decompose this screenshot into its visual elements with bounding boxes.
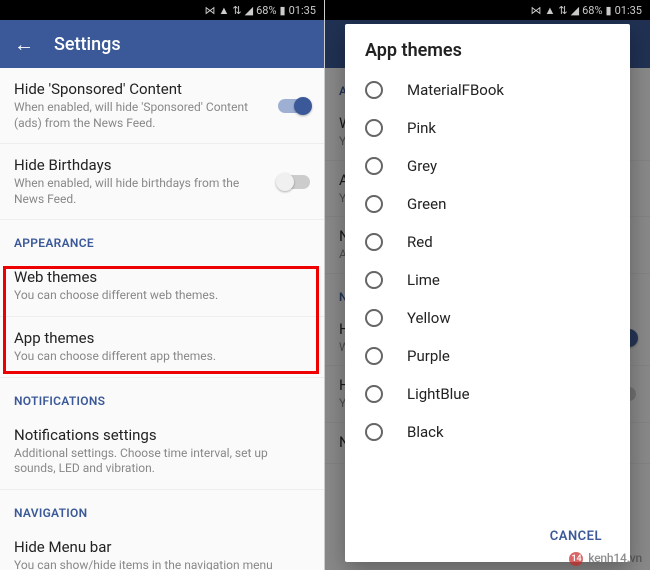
radio-label: MaterialFBook xyxy=(407,81,504,99)
radio-icon xyxy=(365,233,383,251)
setting-subtitle: Additional settings. Choose time interva… xyxy=(14,446,310,477)
radio-icon xyxy=(365,119,383,137)
theme-options-list: MaterialFBook Pink Grey Green Red Lime Y… xyxy=(345,71,630,513)
radio-icon xyxy=(365,385,383,403)
radio-label: Yellow xyxy=(407,309,451,327)
radio-label: Purple xyxy=(407,347,450,365)
back-arrow-icon[interactable]: ← xyxy=(14,32,34,57)
setting-subtitle: You can show/hide items in the navigatio… xyxy=(14,558,310,570)
clock-time: 01:35 xyxy=(289,4,316,17)
setting-title: Hide Menu bar xyxy=(14,538,310,556)
theme-option-purple[interactable]: Purple xyxy=(365,337,610,375)
theme-option-black[interactable]: Black xyxy=(365,413,610,451)
setting-subtitle: You can choose different app themes. xyxy=(14,349,310,365)
radio-label: Red xyxy=(407,233,433,251)
radio-label: Grey xyxy=(407,157,437,175)
radio-icon xyxy=(365,195,383,213)
theme-option-materialfbook[interactable]: MaterialFBook xyxy=(365,71,610,109)
vibrate-icon: ⋈ xyxy=(205,4,216,17)
radio-icon xyxy=(365,347,383,365)
battery-percent: 68% xyxy=(582,4,602,17)
radio-icon xyxy=(365,157,383,175)
setting-title: App themes xyxy=(14,329,310,347)
setting-title: Web themes xyxy=(14,268,310,286)
web-themes-setting[interactable]: Web themes You can choose different web … xyxy=(0,256,324,317)
app-themes-setting[interactable]: App themes You can choose different app … xyxy=(0,317,324,378)
radio-label: Lime xyxy=(407,271,440,289)
radio-icon xyxy=(365,423,383,441)
hide-menu-setting[interactable]: Hide Menu bar You can show/hide items in… xyxy=(0,526,324,570)
status-bar: ⋈ ▲ ⇅ ◢ 68% ▮ 01:35 xyxy=(0,0,324,20)
setting-title: Notifications settings xyxy=(14,426,310,444)
dialog-title: App themes xyxy=(345,24,630,71)
wifi-icon: ▲ xyxy=(219,4,230,17)
notifications-setting[interactable]: Notifications settings Additional settin… xyxy=(0,414,324,490)
radio-label: Pink xyxy=(407,119,436,137)
hide-sponsored-setting[interactable]: Hide 'Sponsored' Content When enabled, w… xyxy=(0,68,324,144)
data-icon: ⇅ xyxy=(232,4,241,17)
radio-icon xyxy=(365,81,383,99)
theme-option-pink[interactable]: Pink xyxy=(365,109,610,147)
cancel-button[interactable]: CANCEL xyxy=(540,523,612,550)
clock-time: 01:35 xyxy=(615,4,642,17)
setting-title: Hide 'Sponsored' Content xyxy=(14,80,268,98)
navigation-section-header: NAVIGATION xyxy=(0,490,324,526)
notifications-section-header: NOTIFICATIONS xyxy=(0,378,324,414)
radio-icon xyxy=(365,271,383,289)
signal-icon: ◢ xyxy=(571,4,579,17)
appearance-section-header: APPEARANCE xyxy=(0,220,324,256)
settings-screen: ⋈ ▲ ⇅ ◢ 68% ▮ 01:35 ← Settings Hide 'Spo… xyxy=(0,0,325,570)
status-bar: ⋈ ▲ ⇅ ◢ 68% ▮ 01:35 xyxy=(325,0,650,20)
setting-subtitle: When enabled, will hide birthdays from t… xyxy=(14,176,268,207)
setting-subtitle: You can choose different web themes. xyxy=(14,288,310,304)
hide-sponsored-toggle[interactable] xyxy=(278,99,310,113)
battery-icon: ▮ xyxy=(606,4,612,17)
signal-icon: ◢ xyxy=(245,4,253,17)
theme-option-red[interactable]: Red xyxy=(365,223,610,261)
settings-list: Hide 'Sponsored' Content When enabled, w… xyxy=(0,68,324,570)
app-bar-title: Settings xyxy=(54,34,121,55)
dialog-screen: ⋈ ▲ ⇅ ◢ 68% ▮ 01:35 AI WYo AYo NA so NA … xyxy=(325,0,650,570)
theme-option-lime[interactable]: Lime xyxy=(365,261,610,299)
wifi-icon: ▲ xyxy=(545,4,556,17)
theme-option-lightblue[interactable]: LightBlue xyxy=(365,375,610,413)
theme-option-yellow[interactable]: Yellow xyxy=(365,299,610,337)
app-bar: ← Settings xyxy=(0,20,324,68)
radio-label: Black xyxy=(407,423,444,441)
radio-icon xyxy=(365,309,383,327)
hide-birthdays-toggle[interactable] xyxy=(278,175,310,189)
theme-option-grey[interactable]: Grey xyxy=(365,147,610,185)
radio-label: LightBlue xyxy=(407,385,470,403)
data-icon: ⇅ xyxy=(558,4,567,17)
vibrate-icon: ⋈ xyxy=(531,4,542,17)
setting-subtitle: When enabled, will hide 'Sponsored' Cont… xyxy=(14,100,268,131)
setting-title: Hide Birthdays xyxy=(14,156,268,174)
battery-icon: ▮ xyxy=(280,4,286,17)
battery-percent: 68% xyxy=(256,4,276,17)
app-themes-dialog: App themes MaterialFBook Pink Grey Green… xyxy=(345,24,630,562)
theme-option-green[interactable]: Green xyxy=(365,185,610,223)
radio-label: Green xyxy=(407,195,446,213)
dialog-actions: CANCEL xyxy=(345,513,630,562)
hide-birthdays-setting[interactable]: Hide Birthdays When enabled, will hide b… xyxy=(0,144,324,220)
